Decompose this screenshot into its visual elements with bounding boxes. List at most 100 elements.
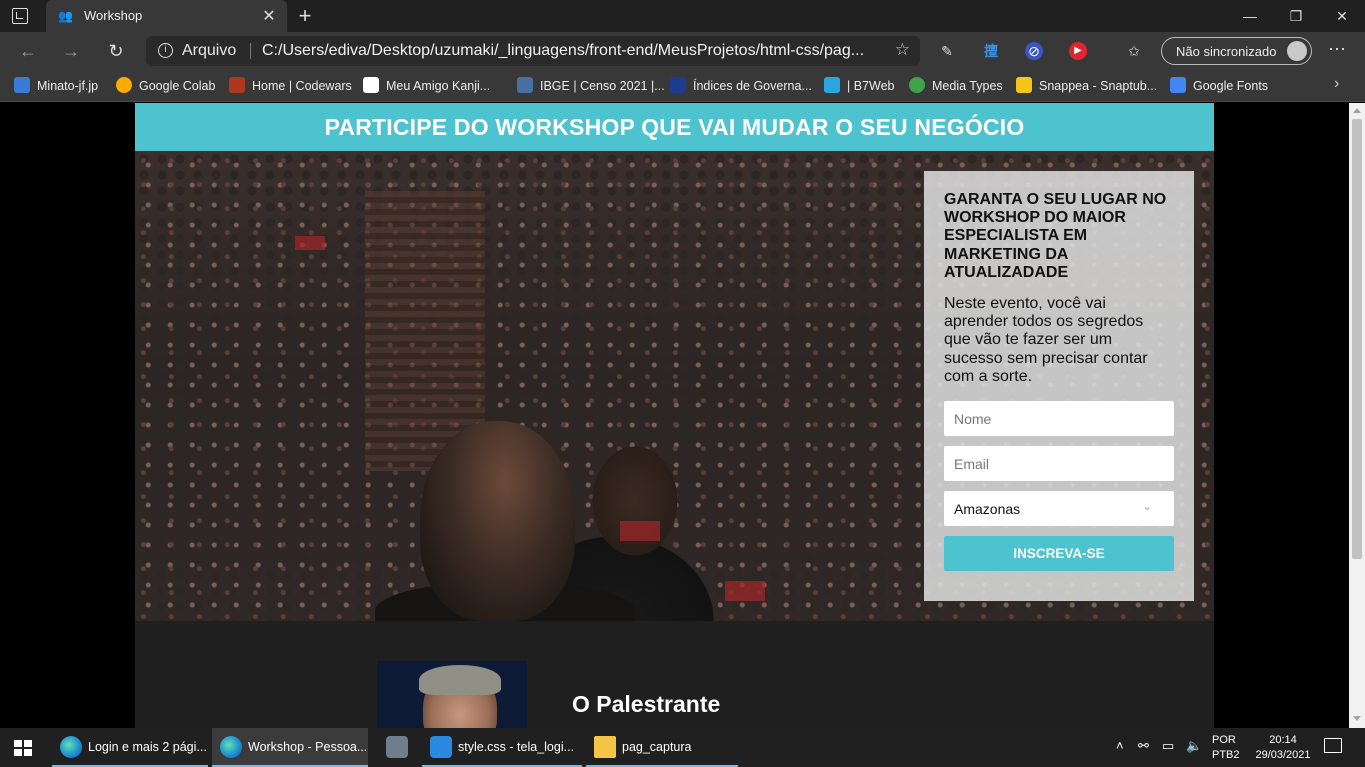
chevron-up-icon[interactable]: ˄ [1116,738,1124,753]
email-field[interactable] [944,446,1174,481]
banner-heading: PARTICIPE DO WORKSHOP QUE VAI MUDAR O SE… [324,114,1025,140]
bookmark-label: Índices de Governa... [693,79,812,93]
scroll-up-icon[interactable] [1353,108,1361,113]
scroll-down-icon[interactable] [1353,716,1361,721]
edge-icon [220,736,242,758]
app-icon [386,736,408,758]
bookmark-label: Meu Amigo Kanji... [386,79,491,93]
bookmark-label: Media Types [932,79,1003,93]
snappea-icon [1016,77,1032,93]
back-button[interactable]: ← [14,38,42,64]
restore-button[interactable]: ❐ [1273,0,1319,32]
block-extension-icon[interactable]: ⊘ [1025,42,1043,60]
bookmark-kanji[interactable]: Meu Amigo Kanji... [363,77,490,95]
chevron-right-icon[interactable]: › [1334,75,1339,93]
info-icon[interactable]: i [158,43,173,58]
taskbar-item-app[interactable] [376,728,416,767]
bookmark-media-types[interactable]: Media Types [909,77,1003,95]
address-bar[interactable]: i Arquivo C:/Users/ediva/Desktop/uzumaki… [146,36,920,66]
hero-seat [725,581,765,601]
close-tab-icon[interactable]: ✕ [261,6,277,26]
form-description: Neste evento, você vai aprender todos os… [944,295,1148,385]
page-scrollbar[interactable] [1349,103,1365,728]
bookmark-label: Google Colab [139,79,216,93]
bookmark-codewars[interactable]: Home | Codewars [229,77,352,95]
volume-icon[interactable]: 🔈 [1186,738,1202,754]
address-url[interactable]: C:/Users/ediva/Desktop/uzumaki/_linguage… [262,42,864,60]
record-extension-icon[interactable]: ▶ [1069,42,1087,60]
speaker-hair [419,665,501,695]
taskbar-item-vscode[interactable]: style.css - tela_logi... [422,728,582,767]
folder-icon [594,736,616,758]
bookmark-label: Home | Codewars [252,79,352,93]
bookmark-snappea[interactable]: Snappea - Snaptub... [1016,77,1157,95]
taskbar-item-folder[interactable]: pag_captura [586,728,738,767]
navigation-bar: ← → ↻ i Arquivo C:/Users/ediva/Desktop/u… [0,32,1365,70]
bookmarks-bar: Minato-jf.jp Google Colab Home | Codewar… [0,70,1365,102]
minimize-button[interactable]: — [1227,0,1273,32]
bookmark-ibge[interactable]: IBGE | Censo 2021 |... [517,77,665,95]
codewars-icon [229,77,245,93]
bookmark-indices[interactable]: Índices de Governa... [670,77,812,95]
notifications-icon[interactable] [1324,738,1342,753]
taskbar-item-edge-login[interactable]: Login e mais 2 pági... [52,728,208,767]
pen-extension-icon[interactable]: ✎ [938,42,956,60]
state-select[interactable]: Amazonas ⌄ [944,491,1174,526]
hero-audience-image: GARANTA O SEU LUGAR NO WORKSHOP DO MAIOR… [135,151,1214,621]
close-window-button[interactable]: ✕ [1319,0,1365,32]
forward-button[interactable]: → [57,38,85,64]
name-field[interactable] [944,401,1174,436]
bookmark-label: | B7Web [847,79,895,93]
colab-icon [116,77,132,93]
clock-date: 29/03/2021 [1255,749,1311,761]
bookmark-b7web[interactable]: | B7Web [824,77,895,95]
chevron-down-icon: ⌄ [1141,499,1153,513]
speaker-section-title: O Palestrante [572,691,721,717]
taskbar-item-edge-workshop[interactable]: Workshop - Pessoa... [212,728,368,767]
keyboard-layout: PTB2 [1212,749,1240,761]
google-fonts-icon [1170,77,1186,93]
kanji-icon [363,77,379,93]
translate-extension-icon[interactable]: 擅 [982,42,1000,60]
tab-title: Workshop [84,8,143,23]
bookmark-google-fonts[interactable]: Google Fonts [1170,77,1268,95]
window-menu-icon[interactable] [12,8,28,24]
scrollbar-thumb[interactable] [1352,119,1362,559]
network-icon[interactable]: ⚯ [1138,738,1149,754]
globe-icon [909,77,925,93]
signup-form: GARANTA O SEU LUGAR NO WORKSHOP DO MAIOR… [924,171,1194,601]
page-viewport: PARTICIPE DO WORKSHOP QUE VAI MUDAR O SE… [0,103,1349,728]
bookmark-google-colab[interactable]: Google Colab [116,77,215,95]
favorites-icon[interactable]: ✩ [1125,42,1143,60]
system-clock[interactable]: 20:14 29/03/2021 [1252,733,1314,763]
refresh-button[interactable]: ↻ [102,38,130,64]
ibge-icon [517,77,533,93]
clock-time: 20:14 [1269,734,1297,746]
windows-taskbar: Login e mais 2 pági... Workshop - Pessoa… [0,728,1365,767]
workshop-page: PARTICIPE DO WORKSHOP QUE VAI MUDAR O SE… [135,103,1214,728]
add-favorite-icon[interactable]: ☆ [895,40,910,60]
sync-profile-button[interactable]: Não sincronizado [1161,37,1312,65]
new-tab-button[interactable]: + [292,3,318,29]
bookmark-label: Minato-jf.jp [37,79,99,93]
more-options-icon[interactable]: ⋯ [1326,39,1348,60]
windows-start-icon[interactable] [14,740,32,756]
b7web-icon [824,77,840,93]
bookmark-icon [14,77,30,93]
people-icon: 👥 [58,9,73,23]
battery-icon[interactable]: ▭ [1162,738,1174,754]
taskbar-item-label: style.css - tela_logi... [458,740,575,754]
bookmark-label: IBGE | Censo 2021 |... [540,79,665,93]
language-code: POR [1212,734,1236,746]
input-language[interactable]: POR PTB2 [1212,733,1240,763]
hero-seat [620,521,660,541]
taskbar-item-label: Workshop - Pessoa... [248,740,368,754]
speaker-photo [377,661,527,728]
subscribe-button[interactable]: INSCREVA-SE [944,536,1174,571]
bookmark-minato[interactable]: Minato-jf.jp [14,77,98,95]
form-title: GARANTA O SEU LUGAR NO WORKSHOP DO MAIOR… [944,191,1167,281]
bookmark-label: Snappea - Snaptub... [1039,79,1158,93]
address-scheme-label: Arquivo [182,42,237,59]
tab-workshop[interactable]: 👥 Workshop ✕ [46,0,287,32]
browser-title-bar: 👥 Workshop ✕ + — ❐ ✕ [0,0,1365,32]
